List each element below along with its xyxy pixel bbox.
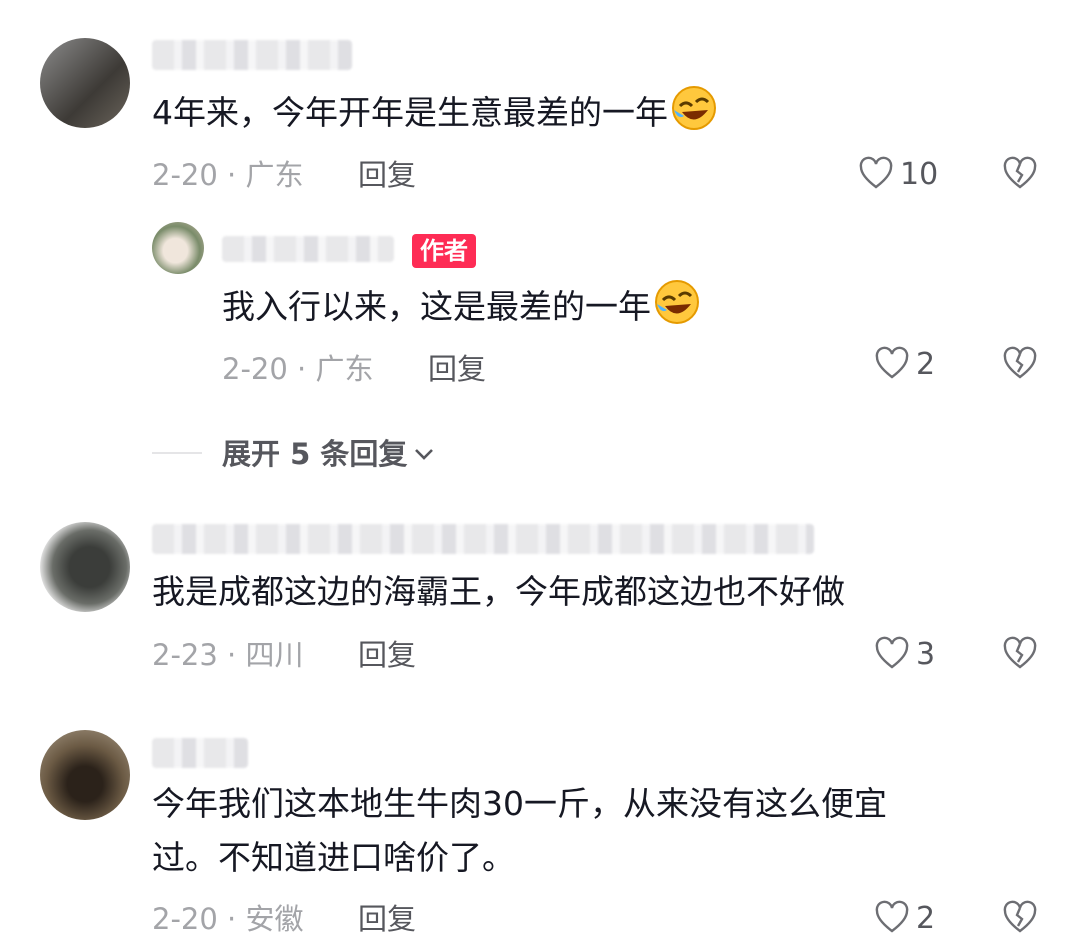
reply-button[interactable]: 回复 [428, 349, 486, 389]
like-button[interactable]: 2 [874, 900, 935, 936]
reply-button[interactable]: 回复 [358, 635, 416, 675]
author-avatar[interactable] [152, 222, 204, 274]
username-blurred[interactable] [152, 524, 814, 554]
expand-replies-label: 展开 5 条回复 [222, 437, 408, 471]
heart-icon [875, 900, 909, 933]
avatar[interactable] [40, 730, 130, 820]
username-blurred[interactable] [152, 738, 248, 768]
username-blurred[interactable] [152, 40, 352, 70]
reply-text: 我入行以来，这是最差的一年 [222, 278, 701, 335]
expand-replies-button[interactable]: 展开 5 条回复 [222, 434, 437, 474]
avatar[interactable] [40, 38, 130, 128]
reply-button[interactable]: 回复 [358, 899, 416, 939]
author-name-blurred[interactable] [222, 236, 394, 262]
heart-icon [859, 156, 893, 189]
comment-text-line-1: 今年我们这本地生牛肉30一斤，从来没有这么便宜 [152, 784, 887, 823]
broken-heart-icon[interactable] [1002, 636, 1038, 672]
like-count: 3 [916, 636, 936, 672]
like-button[interactable]: 3 [874, 636, 935, 672]
broken-heart-icon[interactable] [1002, 900, 1038, 936]
comment-text: 4年来，今年开年是生意最差的一年 [152, 84, 718, 141]
like-button[interactable]: 2 [874, 346, 935, 382]
broken-heart-icon[interactable] [1002, 156, 1038, 192]
heart-icon [875, 346, 909, 379]
reply-date-location: 2-20 · 广东 [222, 352, 374, 386]
like-count: 2 [916, 346, 936, 382]
broken-heart-icon[interactable] [1002, 346, 1038, 382]
comment-date-location: 2-20 · 安徽 [152, 902, 304, 936]
rofl-emoji-icon [655, 280, 699, 324]
comment-date-location: 2-20 · 广东 [152, 158, 304, 192]
chevron-down-icon [415, 449, 434, 460]
heart-icon [875, 636, 909, 669]
like-button[interactable]: 10 [858, 156, 938, 192]
like-count: 2 [916, 900, 936, 936]
comment-text: 我是成都这边的海霸王，今年成都这边也不好做 [152, 572, 845, 611]
reply-button[interactable]: 回复 [358, 155, 416, 195]
comment-date-location: 2-23 · 四川 [152, 638, 304, 672]
avatar[interactable] [40, 522, 130, 612]
like-count: 10 [900, 156, 939, 192]
rofl-emoji-icon [672, 86, 716, 130]
author-badge: 作者 [412, 234, 476, 268]
expand-divider [152, 452, 202, 454]
comment-text-line-2: 过。不知道进口啥价了。 [152, 838, 515, 877]
